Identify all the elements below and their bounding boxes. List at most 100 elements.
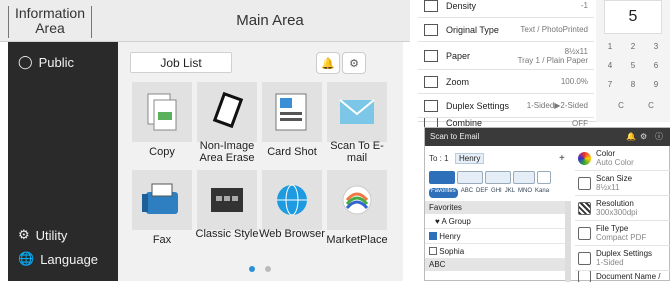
utility-button[interactable]: ⚙ Utility <box>18 227 67 243</box>
add-recipient-button[interactable]: + <box>559 153 565 164</box>
key-3[interactable]: 3 <box>646 38 666 56</box>
setting-value: Compact PDF <box>596 233 647 242</box>
setting-value: 8½x11 Tray 1 / Plain Paper <box>518 47 594 65</box>
duplex-setting[interactable]: Duplex Settings 1-Sided <box>575 246 670 271</box>
sort-icon[interactable] <box>537 171 551 184</box>
home-icon[interactable] <box>429 171 455 184</box>
setting-value: 1-Sided▶2-Sided <box>526 101 588 110</box>
file-type-setting[interactable]: File Type Compact PDF <box>575 221 670 246</box>
setting-name: Scan Size <box>596 174 633 183</box>
copy-icon <box>147 93 177 131</box>
key-7[interactable]: 7 <box>600 76 620 94</box>
job-list-button[interactable]: Job List <box>130 52 232 73</box>
checkbox-checked[interactable] <box>429 232 437 240</box>
key-6[interactable]: 6 <box>646 57 666 75</box>
header-bar: Information Area Main Area <box>0 0 410 42</box>
key-0[interactable]: C <box>611 97 631 115</box>
to-label: To : 1 <box>429 154 449 163</box>
history-icon[interactable] <box>485 171 511 184</box>
setting-name: Duplex Settings <box>446 100 510 111</box>
card-shot-tile[interactable] <box>262 82 322 142</box>
zoom-row[interactable]: Zoom 100.0% <box>418 70 594 94</box>
language-button[interactable]: 🌐 Language <box>18 251 98 267</box>
key-4[interactable]: 4 <box>600 57 620 75</box>
status-icon[interactable]: ⚙ <box>342 52 366 74</box>
tile-label: Fax <box>152 234 172 246</box>
main-area-label: Main Area <box>236 12 304 29</box>
list-scrollbar[interactable] <box>565 201 571 282</box>
setting-value: Auto Color <box>596 158 634 167</box>
search-icon[interactable] <box>457 171 483 184</box>
paper-row[interactable]: Paper 8½x11 Tray 1 / Plain Paper <box>418 42 594 70</box>
status-icon[interactable]: ⚙ <box>640 128 647 146</box>
setting-value: 1-Sided <box>596 258 624 267</box>
bell-icon[interactable]: 🔔 <box>316 52 340 74</box>
key-clear[interactable]: C <box>641 97 661 115</box>
duplex-row[interactable]: Duplex Settings 1-Sided▶2-Sided <box>418 94 594 118</box>
paper-tray: Tray 1 / Plain Paper <box>517 55 588 65</box>
setting-value: -1 <box>580 1 588 10</box>
resolution-setting[interactable]: Resolution 300x300dpi <box>575 196 670 221</box>
setting-value: 8½x11 <box>596 183 620 192</box>
setting-name: Resolution <box>596 199 634 208</box>
page-dot-active[interactable] <box>249 266 255 272</box>
web-browser-tile[interactable] <box>262 170 322 230</box>
setting-name: Color <box>596 149 616 158</box>
bell-icon[interactable]: 🔔 <box>626 128 636 146</box>
fax-tile[interactable] <box>132 170 192 230</box>
key-5[interactable]: 5 <box>623 57 643 75</box>
public-button[interactable]: ◯ Public <box>18 54 74 70</box>
scan-size-setting[interactable]: Scan Size 8½x11 <box>575 171 670 196</box>
index-tab[interactable]: ABC <box>461 188 473 198</box>
group-icon: ♥ <box>435 217 440 226</box>
index-tab[interactable]: Favorites <box>429 188 458 198</box>
type-filter-icon[interactable] <box>513 171 535 184</box>
recipient-tag[interactable]: Henry <box>455 153 485 164</box>
key-2[interactable]: 2 <box>623 38 643 56</box>
info-icon[interactable]: ⓘ <box>655 128 663 146</box>
language-label: Language <box>40 251 99 267</box>
main-panel: Information Area Main Area ◯ Public ⚙ Ut… <box>0 0 410 281</box>
setting-value: Text / PhotoPrinted <box>520 25 588 34</box>
scan-email-header: Scan to Email 🔔 ⚙ ⓘ <box>425 128 670 146</box>
index-tab[interactable]: DEF <box>476 188 488 198</box>
setting-name: Original Type <box>446 24 499 35</box>
scan-to-email-tile[interactable] <box>327 82 387 142</box>
user-icon: ◯ <box>18 54 33 69</box>
paper-size: 8½x11 <box>564 46 588 56</box>
setting-name: Zoom <box>446 76 470 87</box>
utility-label: Utility <box>35 227 68 243</box>
density-row[interactable]: Density -1 <box>418 0 594 18</box>
list-header: ABC <box>425 259 571 271</box>
key-1[interactable]: 1 <box>600 38 620 56</box>
color-setting[interactable]: Color Auto Color <box>575 146 670 171</box>
envelope-icon <box>339 99 375 124</box>
tile-label: Classic Style <box>195 228 259 240</box>
list-item-label: Sophia <box>439 247 465 256</box>
gear-icon: ⚙ <box>18 227 30 242</box>
list-item[interactable]: Henry <box>425 229 571 244</box>
card-shot-icon <box>275 93 307 131</box>
keypad: 5 1 2 3 4 5 6 7 8 9 C C <box>596 0 670 122</box>
checkbox-unchecked[interactable] <box>429 247 437 255</box>
index-tab[interactable]: MNO <box>518 188 532 198</box>
list-item[interactable]: Sophia <box>425 244 571 259</box>
fax-icon <box>142 183 178 214</box>
index-tab[interactable]: JKL <box>505 188 515 198</box>
key-8[interactable]: 8 <box>623 76 643 94</box>
index-tab[interactable]: GHI <box>491 188 502 198</box>
original-type-row[interactable]: Original Type Text / PhotoPrinted <box>418 18 594 42</box>
copy-tile[interactable] <box>132 82 192 142</box>
page-dot[interactable] <box>265 266 271 272</box>
non-image-area-erase-tile[interactable] <box>197 82 257 142</box>
list-item[interactable]: ♥ A Group <box>425 214 571 229</box>
classic-style-tile[interactable] <box>197 170 257 230</box>
setting-value: 300x300dpi <box>596 208 638 217</box>
setting-name: File Type <box>596 224 629 233</box>
marketplace-tile[interactable] <box>327 170 387 230</box>
index-tab[interactable]: Kana <box>535 188 549 198</box>
tile-label: Scan To E-mail <box>330 140 384 164</box>
document-name-setting[interactable]: Document Name / <box>575 271 670 282</box>
list-header: Favorites <box>425 201 571 214</box>
key-9[interactable]: 9 <box>646 76 666 94</box>
